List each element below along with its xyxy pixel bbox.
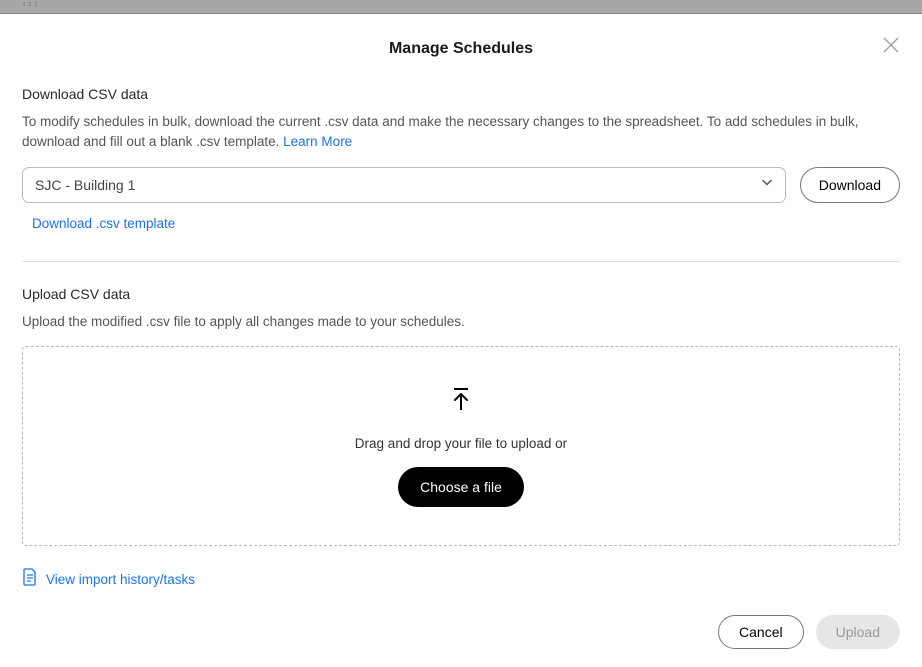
location-select[interactable]: SJC - Building 1 — [22, 167, 786, 203]
upload-description: Upload the modified .csv file to apply a… — [22, 312, 900, 332]
close-icon — [882, 36, 900, 54]
upload-section: Upload CSV data Upload the modified .csv… — [22, 286, 900, 568]
import-history-row: View import history/tasks — [22, 568, 900, 591]
download-button[interactable]: Download — [800, 167, 900, 203]
file-icon — [22, 568, 38, 591]
download-description: To modify schedules in bulk, download th… — [22, 112, 900, 153]
window-chrome — [0, 0, 922, 14]
upload-icon — [446, 385, 476, 420]
location-select-value: SJC - Building 1 — [35, 177, 135, 193]
download-row: SJC - Building 1 Download — [22, 167, 900, 203]
close-button[interactable] — [882, 36, 900, 54]
dropzone-text: Drag and drop your file to upload or — [355, 436, 567, 451]
learn-more-link[interactable]: Learn More — [283, 134, 352, 149]
upload-button[interactable]: Upload — [816, 615, 900, 649]
download-template-link[interactable]: Download .csv template — [32, 216, 175, 231]
download-heading: Download CSV data — [22, 86, 900, 102]
cancel-button[interactable]: Cancel — [718, 615, 804, 649]
modal-title: Manage Schedules — [22, 40, 900, 58]
view-import-history-link[interactable]: View import history/tasks — [46, 572, 195, 587]
upload-heading: Upload CSV data — [22, 286, 900, 302]
modal-footer: Cancel Upload — [22, 615, 900, 649]
manage-schedules-modal: Manage Schedules Download CSV data To mo… — [0, 14, 922, 667]
download-description-text: To modify schedules in bulk, download th… — [22, 114, 859, 149]
section-divider — [22, 261, 900, 262]
choose-file-button[interactable]: Choose a file — [398, 467, 524, 507]
download-section: Download CSV data To modify schedules in… — [22, 86, 900, 253]
location-select-wrap: SJC - Building 1 — [22, 167, 786, 203]
file-dropzone[interactable]: Drag and drop your file to upload or Cho… — [22, 346, 900, 546]
